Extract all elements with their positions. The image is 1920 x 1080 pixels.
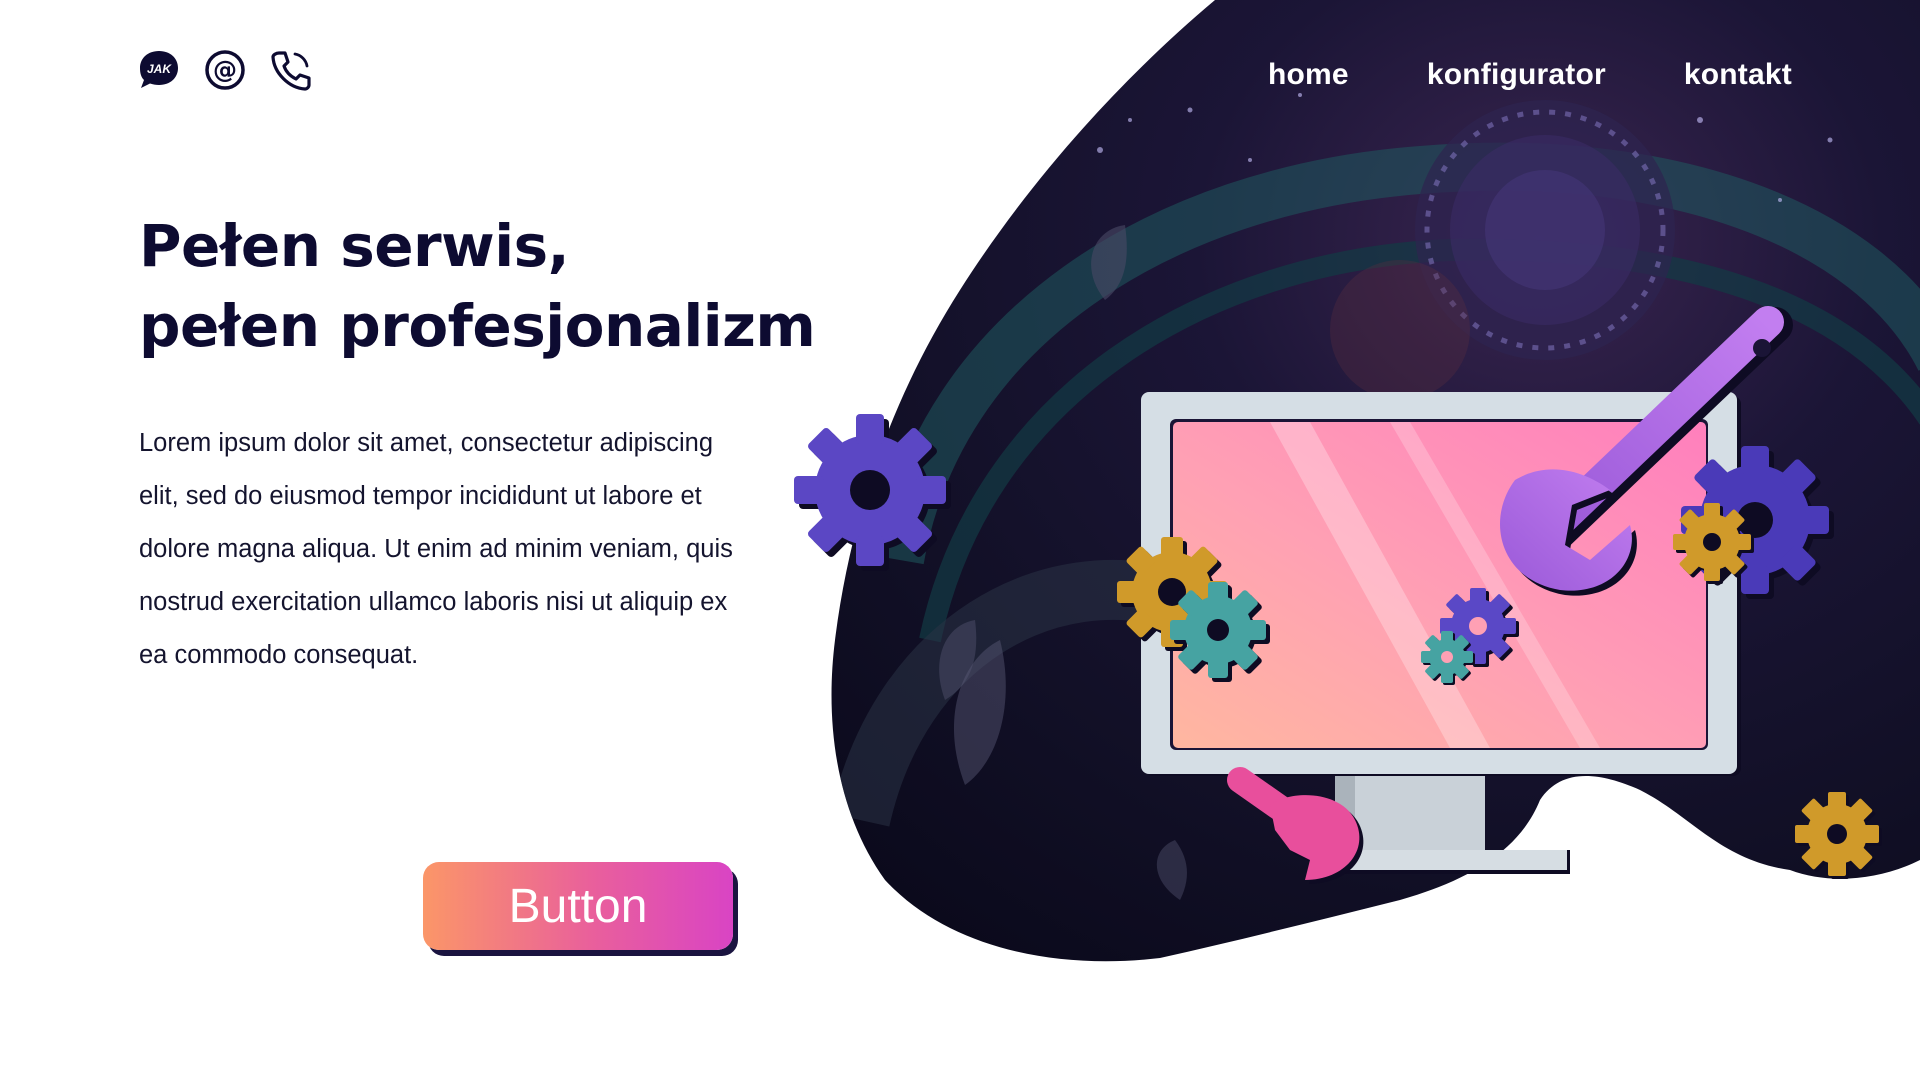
hero-title: Pełen serwis, pełen profesjonalizm: [139, 206, 816, 366]
nav-konfigurator[interactable]: konfigurator: [1427, 58, 1606, 92]
phone-icon[interactable]: [269, 48, 313, 92]
svg-text:@: @: [213, 56, 237, 84]
nav-home[interactable]: home: [1268, 58, 1349, 92]
contact-icons: JAK @: [137, 48, 313, 92]
hero-description: Lorem ipsum dolor sit amet, consectetur …: [139, 429, 733, 669]
top-nav: home konfigurator kontakt: [1268, 58, 1792, 92]
hero-title-line1: Pełen serwis,: [139, 212, 570, 280]
cta-button[interactable]: Button: [423, 862, 733, 950]
at-sign-icon[interactable]: @: [203, 48, 247, 92]
hero-title-line2: pełen profesjonalizm: [139, 292, 816, 360]
nav-kontakt[interactable]: kontakt: [1684, 58, 1792, 92]
chat-bubble-icon[interactable]: JAK: [137, 48, 181, 92]
chat-icon-text: JAK: [147, 62, 172, 76]
